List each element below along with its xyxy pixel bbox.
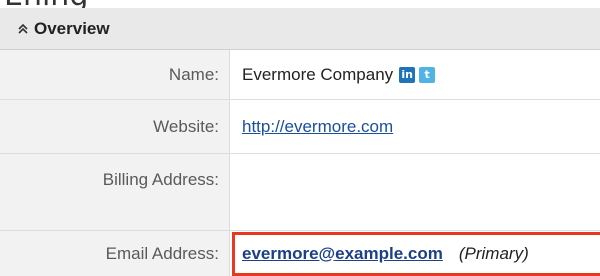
- primary-tag: (Primary): [458, 243, 529, 263]
- field-row-billing-address: Billing Address:: [0, 154, 600, 231]
- field-row-website: Website: http://evermore.com: [0, 100, 600, 154]
- name-label: Name:: [0, 50, 230, 99]
- clipped-heading-text: Ening: [4, 0, 88, 8]
- billing-address-value: [230, 154, 600, 230]
- website-label: Website:: [0, 100, 230, 153]
- twitter-icon[interactable]: t: [419, 66, 436, 83]
- email-link[interactable]: evermore@example.com: [242, 244, 443, 264]
- collapse-double-chevron-icon[interactable]: [16, 22, 30, 36]
- website-value-cell: http://evermore.com: [230, 100, 600, 153]
- overview-panel-header[interactable]: Overview: [0, 8, 600, 50]
- email-address-label: Email Address:: [0, 231, 230, 276]
- name-value-cell: Evermore Company in t: [230, 50, 600, 99]
- detail-fields: Name: Evermore Company in t Website: htt…: [0, 50, 600, 276]
- field-row-name: Name: Evermore Company in t: [0, 50, 600, 100]
- linkedin-icon[interactable]: in: [399, 66, 416, 83]
- record-view: Ening Overview Name: Evermore Company in…: [0, 0, 600, 276]
- name-value: Evermore Company: [242, 64, 394, 84]
- panel-title: Overview: [34, 18, 110, 38]
- field-row-email: Email Address: evermore@example.com (Pri…: [0, 231, 600, 276]
- clipped-heading: Ening: [0, 0, 600, 8]
- website-link[interactable]: http://evermore.com: [242, 117, 393, 137]
- email-value-cell: evermore@example.com (Primary): [230, 231, 600, 276]
- billing-address-label: Billing Address:: [0, 154, 230, 230]
